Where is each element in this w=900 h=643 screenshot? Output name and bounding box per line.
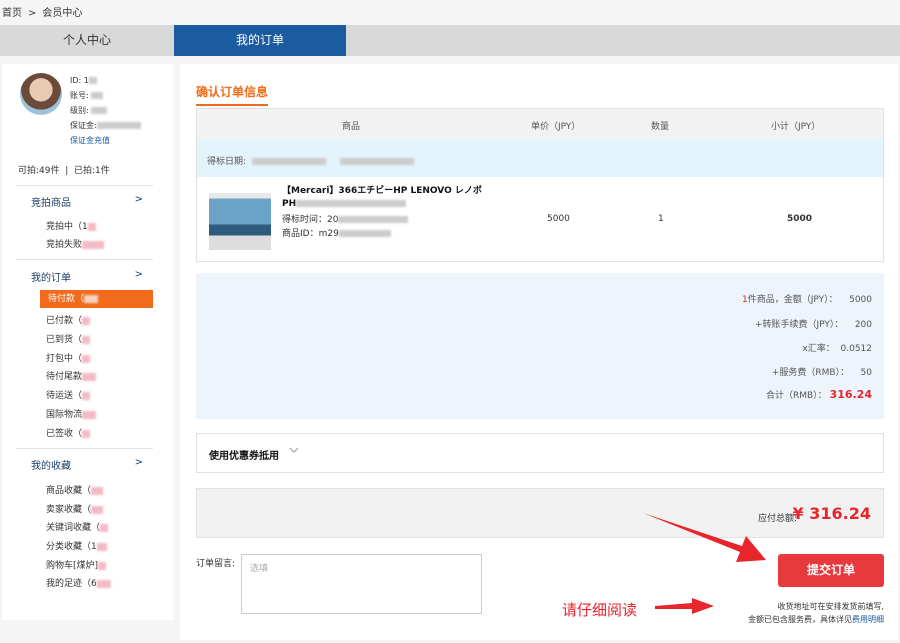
menu-item-cart-mercari[interactable]: 购物车[煤炉] <box>46 558 107 571</box>
breadcrumb-home[interactable]: 首页 <box>2 8 22 19</box>
header-product: 商品 <box>342 122 361 132</box>
deposit-recharge-link[interactable]: 保证金充值 <box>70 135 110 147</box>
menu-favorites-header[interactable]: 我的收藏 > <box>31 457 143 472</box>
unit-price-value: 5000 <box>547 214 570 224</box>
bid-available: 可拍:49件 <box>18 166 60 176</box>
chevron-down-icon <box>289 445 299 458</box>
menu-item-intl-logistics[interactable]: 国际物流 <box>46 407 97 420</box>
subtotal-value: 5000 <box>787 214 813 224</box>
product-id: 商品ID：m29 <box>282 227 408 241</box>
menu-item-fav-keywords[interactable]: 关键词收藏（ <box>46 520 109 533</box>
section-title: 确认订单信息 <box>196 83 269 106</box>
header-qty: 数量 <box>651 122 670 132</box>
menu-item-paid[interactable]: 已付款（ <box>46 313 91 326</box>
chevron-right-icon: > <box>134 269 143 280</box>
bid-date-label: 得标日期: <box>207 154 415 167</box>
chevron-right-icon: > <box>134 194 143 205</box>
summary-exchange-rate: x汇率： 0.0512 <box>802 344 872 354</box>
top-nav: 个人中心 我的订单 <box>0 25 900 56</box>
sidebar: ID: 1 账号: 级别: 保证金: 保证金充值 可拍:49件 | 已拍:1件 … <box>2 64 173 620</box>
read-carefully-hint: 请仔细阅读 <box>562 601 638 619</box>
product-title[interactable]: 【Mercari】366エチビーHP LENOVO レノボ PH <box>282 185 482 211</box>
bid-counts: 可拍:49件 | 已拍:1件 <box>18 166 110 176</box>
profile-level: 级别: <box>70 105 108 117</box>
header-unit-price: 单价（JPY） <box>531 122 581 132</box>
profile-id: ID: 1 <box>70 75 97 87</box>
menu-item-fav-sellers[interactable]: 卖家收藏（ <box>46 502 104 515</box>
divider <box>16 259 153 260</box>
menu-item-delivered[interactable]: 已签收（ <box>46 426 91 439</box>
coupon-selector[interactable]: 使用优惠券抵用 <box>196 433 884 473</box>
breadcrumb-current[interactable]: 会员中心 <box>42 8 82 19</box>
main-content: 确认订单信息 商品 单价（JPY） 数量 小计（JPY） 得标日期: 【Merc… <box>180 64 898 640</box>
order-note: 收货地址可在安排发货前填写, 金额已包含服务费，具体详见费用明细 <box>748 602 884 624</box>
tab-personal-center[interactable]: 个人中心 <box>2 25 172 56</box>
breadcrumb: 首页 > 会员中心 <box>2 4 88 19</box>
bid-time: 得标时间：20 <box>282 213 409 227</box>
menu-item-fav-products[interactable]: 商品收藏（ <box>46 483 104 496</box>
tab-my-orders[interactable]: 我的订单 <box>174 25 346 56</box>
summary-total: 合计（RMB）： 316.24 <box>765 388 872 401</box>
menu-item-fav-categories[interactable]: 分类收藏（1 <box>46 539 107 552</box>
summary-service-fee: +服务费（RMB）： 50 <box>771 368 872 378</box>
menu-orders-header[interactable]: 我的订单 > <box>31 269 143 284</box>
total-payable-box: 应付总额: ¥ 316.24 <box>196 488 884 538</box>
submit-order-button[interactable]: 提交订单 <box>778 554 884 587</box>
avatar <box>20 73 62 115</box>
divider <box>16 185 153 186</box>
total-amount: ¥ 316.24 <box>792 504 871 523</box>
menu-item-arrived[interactable]: 已到货（ <box>46 332 91 345</box>
order-table-header: 商品 单价（JPY） 数量 小计（JPY） <box>197 109 883 139</box>
product-thumbnail[interactable] <box>209 193 271 250</box>
summary-goods-amount: 1件商品，金额（JPY）： 5000 <box>742 295 872 305</box>
menu-bidding-header[interactable]: 竞拍商品 > <box>31 194 143 209</box>
order-table: 商品 单价（JPY） 数量 小计（JPY） 得标日期: 【Mercari】366… <box>196 108 884 262</box>
bid-date-row: 得标日期: <box>197 139 883 177</box>
price-summary: 1件商品，金额（JPY）： 5000 +转账手续费（JPY）： 200 x汇率：… <box>196 273 884 419</box>
divider <box>16 448 153 449</box>
coupon-label: 使用优惠券抵用 <box>209 451 279 462</box>
menu-item-awaiting-shipment[interactable]: 待运送（ <box>46 388 91 401</box>
profile-deposit: 保证金: <box>70 120 141 132</box>
summary-transfer-fee: +转账手续费（JPY）： 200 <box>754 320 872 330</box>
message-input[interactable] <box>241 554 482 614</box>
chevron-right-icon: > <box>134 457 143 468</box>
menu-item-bid-failed[interactable]: 竞拍失败 <box>46 237 105 250</box>
bid-done: 已拍:1件 <box>73 166 110 176</box>
header-subtotal: 小计（JPY） <box>771 122 821 132</box>
menu-item-balance-due[interactable]: 待付尾款 <box>46 369 97 382</box>
fee-details-link[interactable]: 费用明细 <box>852 615 884 624</box>
menu-item-pending-payment[interactable]: 待付款（ <box>40 290 153 308</box>
message-label: 订单留言: <box>196 559 236 569</box>
menu-item-history[interactable]: 我的足迹（6 <box>46 576 111 589</box>
total-label: 应付总额: <box>757 514 797 524</box>
menu-item-packing[interactable]: 打包中（ <box>46 351 91 364</box>
product-meta: 得标时间：20 商品ID：m29 <box>282 213 409 241</box>
qty-value: 1 <box>658 214 664 224</box>
breadcrumb-separator: > <box>28 8 37 19</box>
profile-account: 账号: <box>70 90 104 102</box>
menu-item-bidding[interactable]: 竞拍中（1 <box>46 219 96 232</box>
